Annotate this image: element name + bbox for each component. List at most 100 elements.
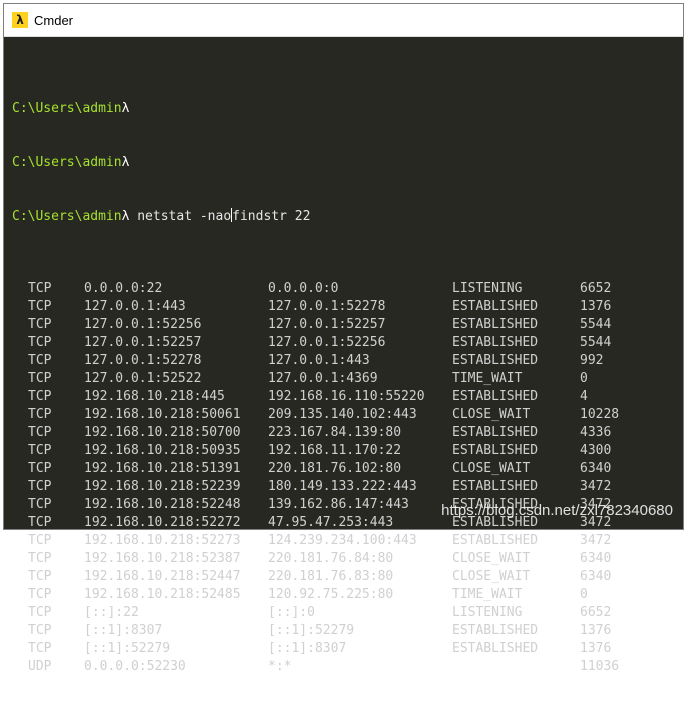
netstat-pid: 1376: [580, 623, 612, 638]
netstat-proto: TCP: [28, 281, 52, 296]
netstat-row: TCP [::]:22 [::]:0 LISTENING 6652: [12, 604, 679, 622]
netstat-pid: 992: [580, 353, 604, 368]
netstat-state: ESTABLISHED: [452, 335, 539, 350]
netstat-pid: 4336: [580, 425, 612, 440]
prompt-line: C:\Users\adminλ: [12, 154, 679, 172]
netstat-proto: TCP: [28, 443, 52, 458]
netstat-local: 192.168.10.218:52447: [84, 569, 241, 584]
netstat-local: [::1]:8307: [84, 623, 163, 638]
netstat-state: ESTABLISHED: [452, 533, 539, 548]
netstat-foreign: [::]:0: [268, 605, 315, 620]
netstat-foreign: 220.181.76.84:80: [268, 551, 394, 566]
netstat-pid: 10228: [580, 407, 620, 422]
netstat-foreign: 220.181.76.102:80: [268, 461, 402, 476]
netstat-local: 192.168.10.218:51391: [84, 461, 241, 476]
netstat-proto: TCP: [28, 515, 52, 530]
prompt-line: C:\Users\adminλ: [12, 100, 679, 118]
command-text-after-cursor: findstr 22: [232, 209, 311, 224]
netstat-pid: 1376: [580, 641, 612, 656]
netstat-state: ESTABLISHED: [452, 389, 539, 404]
netstat-proto: TCP: [28, 587, 52, 602]
netstat-pid: 4300: [580, 443, 612, 458]
netstat-foreign: *:*: [268, 659, 292, 674]
cmder-window: λ Cmder C:\Users\adminλ C:\Users\adminλ …: [3, 3, 684, 674]
netstat-foreign: [::1]:8307: [268, 641, 347, 656]
netstat-local: [::]:22: [84, 605, 139, 620]
netstat-proto: TCP: [28, 353, 52, 368]
netstat-row: TCP 127.0.0.1:443 127.0.0.1:52278 ESTABLISH…: [12, 298, 679, 316]
netstat-proto: TCP: [28, 623, 52, 638]
netstat-local: 192.168.10.218:50061: [84, 407, 241, 422]
netstat-row: TCP 192.168.10.218:51391 220.181.76.102:80…: [12, 460, 679, 478]
netstat-proto: TCP: [28, 533, 52, 548]
netstat-foreign: 192.168.16.110:55220: [268, 389, 425, 404]
netstat-state: TIME_WAIT: [452, 371, 523, 386]
netstat-local: 127.0.0.1:443: [84, 299, 186, 314]
command-text: netstat -nao: [129, 209, 232, 224]
netstat-local: 192.168.10.218:52239: [84, 479, 241, 494]
netstat-local: 127.0.0.1:52522: [84, 371, 202, 386]
netstat-proto: TCP: [28, 605, 52, 620]
netstat-foreign: 209.135.140.102:443: [268, 407, 417, 422]
netstat-row: TCP 127.0.0.1:52257 127.0.0.1:52256 ESTABLI…: [12, 334, 679, 352]
netstat-proto: TCP: [28, 299, 52, 314]
prompt-lambda: λ: [121, 155, 130, 170]
netstat-local: 192.168.10.218:52248: [84, 497, 241, 512]
netstat-state: LISTENING: [452, 605, 523, 620]
netstat-local: 192.168.10.218:52387: [84, 551, 241, 566]
netstat-foreign: 127.0.0.1:52256: [268, 335, 386, 350]
netstat-row: TCP 192.168.10.218:52485 120.92.75.225:80 T…: [12, 586, 679, 604]
console-output[interactable]: C:\Users\adminλ C:\Users\adminλ C:\Users…: [12, 64, 679, 674]
netstat-proto: TCP: [28, 479, 52, 494]
netstat-state: ESTABLISHED: [452, 641, 539, 656]
netstat-pid: 5544: [580, 335, 612, 350]
netstat-local: 0.0.0.0:22: [84, 281, 163, 296]
netstat-row: TCP 192.168.10.218:52239 180.149.133.222:4…: [12, 478, 679, 496]
netstat-proto: TCP: [28, 335, 52, 350]
netstat-state: ESTABLISHED: [452, 425, 539, 440]
netstat-foreign: 139.162.86.147:443: [268, 497, 409, 512]
netstat-output: TCP 0.0.0.0:22 0.0.0.0:0 LISTENING 6652 TCP 12…: [12, 280, 679, 676]
watermark: https://blog.csdn.net/zxl782340680: [441, 502, 673, 519]
netstat-pid: 3472: [580, 533, 612, 548]
netstat-state: ESTABLISHED: [452, 623, 539, 638]
netstat-row: TCP 192.168.10.218:50935 192.168.11.170:22…: [12, 442, 679, 460]
netstat-pid: 4: [580, 389, 588, 404]
netstat-foreign: 124.239.234.100:443: [268, 533, 417, 548]
netstat-foreign: 223.167.84.139:80: [268, 425, 402, 440]
netstat-foreign: 180.149.133.222:443: [268, 479, 417, 494]
netstat-foreign: 220.181.76.83:80: [268, 569, 394, 584]
netstat-local: 192.168.10.218:50700: [84, 425, 241, 440]
netstat-row: TCP 127.0.0.1:52522 127.0.0.1:4369 TIME_WAI…: [12, 370, 679, 388]
netstat-local: 127.0.0.1:52256: [84, 317, 202, 332]
netstat-foreign: 47.95.47.253:443: [268, 515, 394, 530]
netstat-pid: 6340: [580, 551, 612, 566]
netstat-pid: 6340: [580, 569, 612, 584]
netstat-state: CLOSE_WAIT: [452, 551, 531, 566]
netstat-row: TCP 192.168.10.218:52273 124.239.234.100:4…: [12, 532, 679, 550]
netstat-row: TCP 192.168.10.218:445 192.168.16.110:5522…: [12, 388, 679, 406]
netstat-state: CLOSE_WAIT: [452, 569, 531, 584]
prompt-path: C:\Users\admin: [12, 155, 122, 170]
netstat-proto: UDP: [28, 659, 52, 674]
prompt-path: C:\Users\admin: [12, 209, 122, 224]
netstat-foreign: 127.0.0.1:443: [268, 353, 370, 368]
netstat-local: 127.0.0.1:52278: [84, 353, 202, 368]
netstat-pid: 5544: [580, 317, 612, 332]
netstat-row: TCP 127.0.0.1:52278 127.0.0.1:443 ESTABLISH…: [12, 352, 679, 370]
netstat-row: TCP [::1]:8307 [::1]:52279 ESTABLISHED 1376: [12, 622, 679, 640]
netstat-proto: TCP: [28, 389, 52, 404]
lambda-icon: λ: [12, 12, 28, 28]
netstat-proto: TCP: [28, 371, 52, 386]
netstat-state: ESTABLISHED: [452, 479, 539, 494]
netstat-pid: 6652: [580, 605, 612, 620]
netstat-state: ESTABLISHED: [452, 317, 539, 332]
netstat-pid: 6652: [580, 281, 612, 296]
netstat-row: TCP 192.168.10.218:50061 209.135.140.102:4…: [12, 406, 679, 424]
netstat-local: 192.168.10.218:445: [84, 389, 225, 404]
netstat-foreign: 127.0.0.1:4369: [268, 371, 378, 386]
netstat-state: TIME_WAIT: [452, 587, 523, 602]
title-bar[interactable]: λ Cmder: [4, 4, 683, 37]
netstat-local: 192.168.10.218:52272: [84, 515, 241, 530]
command-line[interactable]: C:\Users\adminλ netstat -naofindstr 22: [12, 208, 679, 226]
